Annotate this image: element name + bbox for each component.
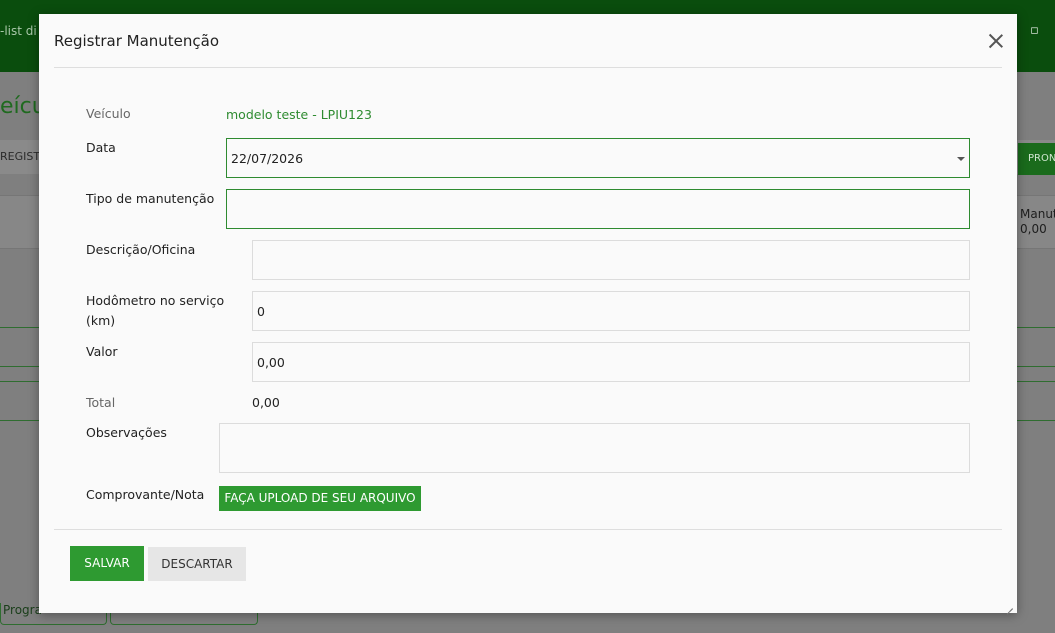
- footer-divider: [54, 529, 1002, 530]
- odometer-label: Hodômetro no serviço (km): [86, 293, 225, 328]
- summary-maintenance-cell: Manut 0,00: [1020, 207, 1055, 237]
- app-header-text: -list di: [0, 24, 37, 38]
- summary-maintenance-label: Manut: [1020, 207, 1055, 221]
- save-button[interactable]: SALVAR: [70, 546, 144, 581]
- total-label: Total: [86, 395, 116, 410]
- resize-handle-icon[interactable]: [1005, 601, 1013, 609]
- value-input[interactable]: 0,00: [252, 342, 970, 382]
- schedule-button-label: Progra: [3, 603, 42, 617]
- date-value: 22/07/2026: [231, 150, 304, 166]
- summary-maintenance-value: 0,00: [1020, 222, 1047, 236]
- value-value: 0,00: [257, 354, 285, 370]
- discard-button[interactable]: DESCARTAR: [148, 547, 246, 581]
- chevron-down-icon[interactable]: [957, 157, 965, 161]
- vehicle-label: Veículo: [86, 106, 131, 121]
- description-input[interactable]: [252, 240, 970, 280]
- upload-file-button[interactable]: FAÇA UPLOAD DE SEU ARQUIVO: [219, 486, 421, 511]
- toolbar-register-button[interactable]: REGIST: [0, 150, 40, 163]
- note-icon[interactable]: ▫: [1030, 24, 1044, 38]
- notes-textarea[interactable]: [219, 423, 970, 473]
- header-divider: [54, 67, 1002, 68]
- receipt-label: Comprovante/Nota: [86, 487, 205, 502]
- maintenance-type-input[interactable]: [226, 189, 970, 229]
- odometer-input[interactable]: 0: [252, 291, 970, 331]
- value-label: Valor: [86, 344, 118, 359]
- maintenance-type-label: Tipo de manutenção: [86, 191, 215, 206]
- close-icon[interactable]: [987, 32, 1005, 50]
- vehicle-value: modelo teste - LPIU123: [226, 107, 372, 122]
- date-label: Data: [86, 140, 116, 155]
- date-select[interactable]: 22/07/2026: [226, 138, 970, 178]
- notes-label: Observações: [86, 425, 167, 440]
- modal-title: Registrar Manutenção: [54, 32, 220, 50]
- toolbar-action-button[interactable]: PRON: [1018, 143, 1055, 175]
- register-maintenance-modal: Registrar Manutenção Veículo modelo test…: [39, 14, 1017, 613]
- total-value: 0,00: [252, 395, 280, 410]
- odometer-value: 0: [257, 303, 265, 319]
- description-label: Descrição/Oficina: [86, 242, 196, 257]
